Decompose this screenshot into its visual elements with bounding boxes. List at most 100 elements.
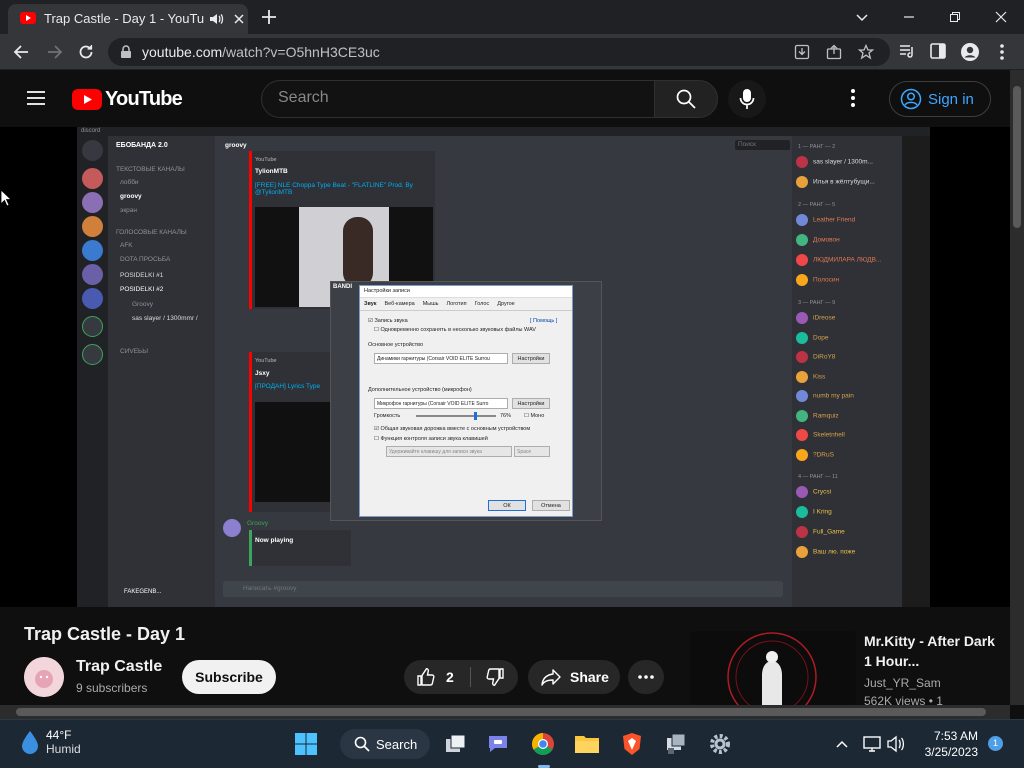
dislike-button[interactable] (471, 660, 518, 694)
chrome-menu-icon[interactable] (994, 42, 1010, 62)
chrome-taskbar-icon[interactable] (527, 728, 559, 760)
brave-browser-icon[interactable] (616, 728, 648, 760)
profile-avatar-icon[interactable] (960, 42, 980, 62)
share-page-icon[interactable] (826, 44, 842, 60)
tab-audio-icon[interactable] (208, 11, 224, 27)
voice-channel: AFK (120, 242, 133, 249)
forward-arrow-icon[interactable] (44, 42, 64, 62)
notification-badge[interactable]: 1 (988, 736, 1003, 751)
member-name: ЛЮДМИЛАРА ЛЮДВ... (813, 256, 882, 264)
youtube-play-logo-icon (72, 89, 102, 110)
more-horizontal-icon (638, 675, 654, 679)
push-to-talk-option: ☐ Функция контроля записи звука клавишей (374, 436, 488, 442)
lock-icon[interactable] (120, 45, 132, 59)
member-name: Илья в жёлтубущи... (813, 178, 875, 186)
reload-icon[interactable] (76, 42, 96, 62)
voice-search-button[interactable] (728, 80, 766, 118)
subscribe-button[interactable]: Subscribe (182, 660, 276, 694)
channel-name[interactable]: Trap Castle (76, 658, 162, 676)
discord-search: Поиск (735, 140, 790, 150)
file-explorer-icon[interactable] (571, 728, 603, 760)
browser-tab[interactable]: Trap Castle - Day 1 - YouTube (8, 4, 248, 34)
url-text[interactable]: youtube.com/watch?v=O5hnH3CE3uc (142, 44, 380, 60)
desktop-app-icon[interactable] (660, 728, 692, 760)
search-input[interactable] (278, 89, 638, 107)
dialog-title: Настройки записи (360, 286, 572, 298)
media-control-icon[interactable] (898, 42, 916, 60)
volume-speaker-icon[interactable] (880, 728, 912, 760)
tab-search-chevron-icon[interactable] (852, 7, 872, 27)
member-avatar (796, 351, 808, 363)
recommended-thumbnail[interactable] (690, 631, 856, 705)
vertical-scrollbar[interactable] (1010, 70, 1024, 705)
voice-channel: DOTA ПРОСЬБА (120, 256, 171, 263)
video-player[interactable]: discord ЕБОБАНДА 2.0 ТЕКСТОВЫЕ КАНАЛЫ ло… (0, 127, 1010, 607)
bookmark-star-icon[interactable] (858, 44, 874, 60)
weather-widget[interactable]: 44°F Humid (20, 728, 81, 756)
horizontal-scrollbar[interactable] (0, 705, 1010, 719)
restore-button[interactable] (932, 0, 978, 34)
hamburger-menu-icon[interactable] (26, 90, 46, 106)
settings-gear-icon[interactable] (704, 728, 736, 760)
address-bar[interactable]: youtube.com/watch?v=O5hnH3CE3uc (108, 38, 890, 66)
discord-home-icon (82, 140, 103, 161)
member-group-header: 4 — РАНГ — 11 (798, 474, 838, 480)
video-frame[interactable]: discord ЕБОБАНДА 2.0 ТЕКСТОВЫЕ КАНАЛЫ ло… (77, 127, 930, 607)
separate-files-option: ☐ Одновременно сохранять в несколько зву… (374, 327, 536, 333)
embed-source: YouTube (255, 358, 277, 364)
discord-channel-list: ЕБОБАНДА 2.0 ТЕКСТОВЫЕ КАНАЛЫ лобби groo… (108, 136, 215, 607)
member-item: Skeletnhell (796, 429, 845, 441)
microphone-icon (739, 89, 755, 109)
member-name: ?DRuS (813, 451, 834, 459)
horizontal-scroll-thumb[interactable] (16, 708, 986, 716)
recommended-title[interactable]: Mr.Kitty - After Dark 1 Hour... (864, 631, 1004, 671)
member-item: ЛЮДМИЛАРА ЛЮДВ... (796, 254, 881, 266)
member-item: Dope (796, 331, 829, 344)
member-avatar (796, 429, 808, 441)
member-item: iDreose (796, 312, 835, 324)
system-clock[interactable]: 7:53 AM 3/25/2023 (912, 728, 978, 760)
start-button[interactable] (290, 728, 322, 760)
search-button[interactable] (654, 80, 718, 118)
recommended-views: 562K views • 1 (864, 694, 943, 705)
voice-user: Groovy (132, 301, 153, 308)
member-item: Ramquiz (796, 409, 839, 422)
weather-condition: Humid (46, 742, 81, 756)
back-arrow-icon[interactable] (12, 42, 32, 62)
tab-close-icon[interactable] (232, 12, 246, 26)
vertical-scroll-thumb[interactable] (1013, 86, 1021, 228)
show-hidden-icons-chevron-icon[interactable] (826, 728, 858, 760)
more-actions-button[interactable] (628, 660, 664, 694)
voice-user: sas slayer / 1300mmr / (132, 315, 198, 322)
member-name: Домовон (813, 236, 840, 244)
discord-titlebar: discord (77, 127, 930, 136)
minimize-button[interactable] (886, 0, 932, 34)
member-name: Skeletnhell (813, 431, 845, 439)
teams-chat-icon[interactable] (482, 728, 514, 760)
share-button[interactable]: Share (528, 660, 620, 694)
member-name: DiRoY8 (813, 353, 836, 361)
member-avatar (796, 409, 808, 422)
channel-avatar[interactable] (24, 657, 64, 697)
mix-option: ☑ Общая звуковая дорожка вместе с основн… (374, 426, 531, 432)
recommended-channel[interactable]: Just_YR_Sam (864, 676, 941, 690)
task-view-icon[interactable] (440, 728, 472, 760)
taskbar-search[interactable]: Search (340, 729, 430, 759)
member-group-header: 2 — РАНГ — 5 (798, 202, 836, 208)
settings-more-icon[interactable] (850, 88, 856, 108)
member-avatar (796, 331, 808, 344)
install-app-icon[interactable] (794, 44, 810, 60)
new-tab-icon[interactable] (260, 8, 278, 26)
server-icon (82, 168, 103, 189)
like-button[interactable]: 2 (404, 660, 470, 694)
voice-channel: POSIDELKI #2 (120, 286, 164, 293)
search-box[interactable] (261, 80, 655, 118)
member-item: Full_Game (796, 526, 845, 538)
member-name: Ramquiz (813, 412, 839, 420)
youtube-logo[interactable]: YouTube (72, 88, 183, 111)
side-panel-icon[interactable] (929, 42, 947, 60)
sign-in-button[interactable]: Sign in (889, 81, 991, 117)
window-close-button[interactable] (978, 0, 1024, 34)
main-settings-button: Настройки (512, 353, 550, 364)
server-icon (82, 264, 103, 285)
